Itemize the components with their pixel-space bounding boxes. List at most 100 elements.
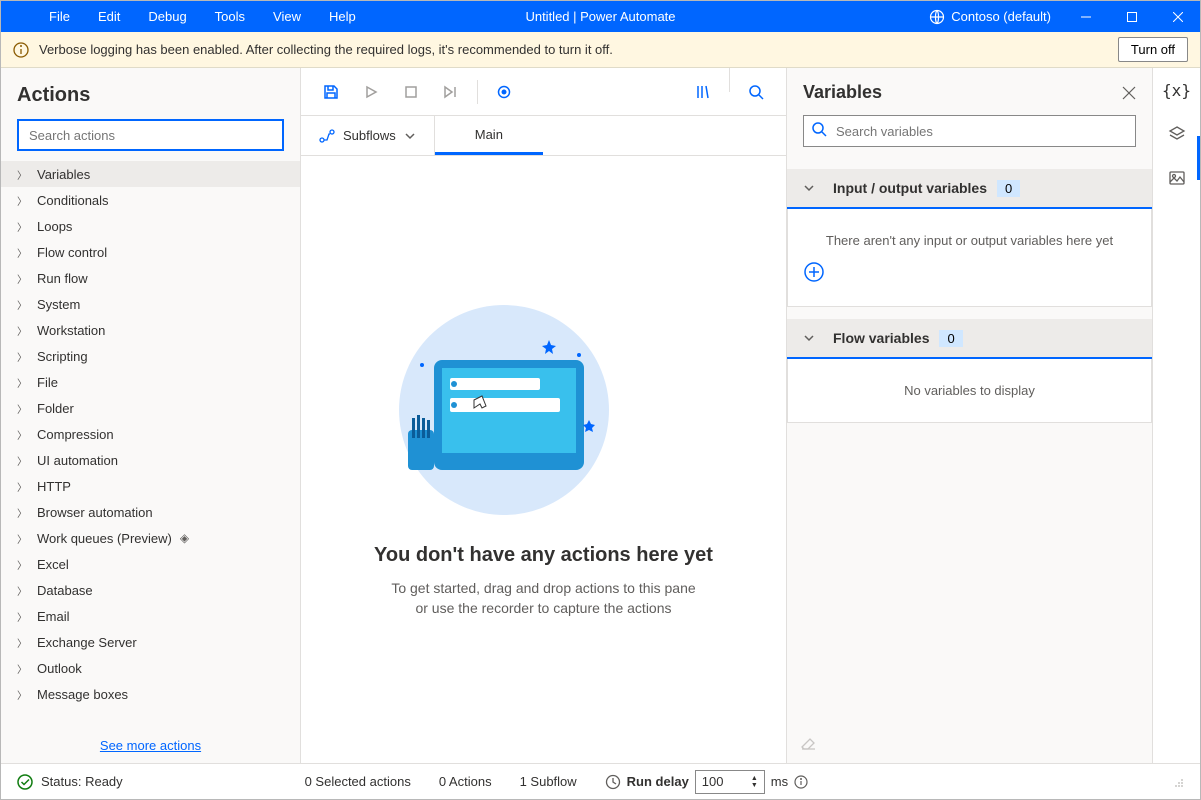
rail-ui-elements-button[interactable]	[1153, 112, 1200, 156]
run-button[interactable]	[351, 68, 391, 116]
action-category[interactable]: 〉Excel	[1, 551, 300, 577]
info-icon[interactable]	[794, 775, 808, 789]
action-category[interactable]: 〉 Email	[1, 603, 300, 629]
action-label: Flow control	[37, 245, 107, 260]
actions-tree[interactable]: 〉Variables〉Conditionals〉Loops〉Flow contr…	[1, 161, 300, 728]
step-button[interactable]	[431, 68, 471, 116]
action-label: Browser automation	[37, 505, 153, 520]
action-category[interactable]: 〉Run flow	[1, 265, 300, 291]
search-icon	[811, 121, 827, 137]
action-label: Compression	[37, 427, 114, 442]
chevron-right-icon: 〉	[17, 609, 27, 624]
preview-icon: ◈	[180, 531, 189, 545]
right-rail: {x}	[1152, 68, 1200, 763]
check-circle-icon	[17, 774, 33, 790]
action-category[interactable]: 〉 System	[1, 291, 300, 317]
chevron-right-icon: 〉	[17, 323, 27, 338]
action-category[interactable]: 〉Message boxes	[1, 681, 300, 707]
menu-file[interactable]: File	[35, 3, 84, 30]
action-category[interactable]: 〉 Scripting	[1, 343, 300, 369]
turn-off-button[interactable]: Turn off	[1118, 37, 1188, 62]
environment-picker[interactable]: Contoso (default)	[917, 3, 1063, 31]
action-category[interactable]: 〉File	[1, 369, 300, 395]
action-category[interactable]: 〉Exchange Server	[1, 629, 300, 655]
rail-images-button[interactable]	[1153, 156, 1200, 200]
action-category[interactable]: 〉Compression	[1, 421, 300, 447]
actions-search-input[interactable]	[17, 119, 284, 151]
action-category[interactable]: 〉Outlook	[1, 655, 300, 681]
maximize-button[interactable]	[1109, 1, 1155, 32]
close-variables-button[interactable]	[1122, 86, 1136, 100]
action-category[interactable]: 〉Workstation	[1, 317, 300, 343]
save-icon	[323, 84, 339, 100]
tab-main[interactable]: Main	[435, 116, 543, 155]
action-category[interactable]: 〉Loops	[1, 213, 300, 239]
chevron-right-icon: 〉	[17, 219, 27, 234]
menu-tools[interactable]: Tools	[201, 3, 259, 30]
record-button[interactable]	[484, 68, 524, 116]
flow-empty-text: No variables to display	[804, 383, 1135, 398]
close-icon	[1122, 86, 1136, 100]
close-button[interactable]	[1155, 1, 1201, 32]
action-category[interactable]: 〉Folder	[1, 395, 300, 421]
chevron-right-icon: 〉	[17, 349, 27, 364]
resize-grip-icon[interactable]	[1172, 776, 1184, 788]
subflows-dropdown[interactable]: Subflows	[301, 116, 435, 155]
action-category[interactable]: 〉Work queues (Preview)◈	[1, 525, 300, 551]
spinner-buttons[interactable]: ▲▼	[751, 775, 758, 789]
chevron-right-icon: 〉	[17, 531, 27, 546]
chevron-right-icon: 〉	[17, 297, 27, 312]
menu-debug[interactable]: Debug	[134, 3, 200, 30]
play-icon	[364, 85, 378, 99]
variables-search[interactable]	[803, 115, 1136, 147]
action-category[interactable]: 〉 HTTP	[1, 473, 300, 499]
action-label: Message boxes	[37, 687, 128, 702]
action-category[interactable]: 〉Flow control	[1, 239, 300, 265]
actions-count: 0 Actions	[439, 774, 492, 789]
action-category[interactable]: 〉Browser automation	[1, 499, 300, 525]
chevron-right-icon: 〉	[17, 479, 27, 494]
io-count-badge: 0	[997, 180, 1020, 197]
io-empty-text: There aren't any input or output variabl…	[804, 233, 1135, 248]
minimize-button[interactable]	[1063, 1, 1109, 32]
menu-view[interactable]: View	[259, 3, 315, 30]
stop-button[interactable]	[391, 68, 431, 116]
flow-variables-header[interactable]: Flow variables 0	[787, 319, 1152, 359]
library-icon	[695, 84, 711, 100]
search-button[interactable]	[736, 68, 776, 116]
globe-icon	[929, 9, 945, 25]
library-button[interactable]	[683, 68, 723, 116]
actions-title: Actions	[1, 68, 300, 119]
plus-circle-icon	[804, 262, 824, 282]
action-label: System	[37, 297, 80, 312]
chevron-right-icon: 〉	[17, 271, 27, 286]
chevron-down-icon	[803, 332, 815, 344]
actions-search[interactable]	[17, 119, 284, 151]
action-label: Email	[37, 609, 70, 624]
action-label: Scripting	[37, 349, 88, 364]
variables-search-input[interactable]	[803, 115, 1136, 147]
rail-variables-button[interactable]: {x}	[1153, 68, 1200, 112]
action-category[interactable]: 〉Variables	[1, 161, 300, 187]
io-variables-header[interactable]: Input / output variables 0	[787, 169, 1152, 209]
minimize-icon	[1081, 12, 1091, 22]
action-category[interactable]: 〉UI automation	[1, 447, 300, 473]
chevron-right-icon: 〉	[17, 401, 27, 416]
variables-footer-icon	[787, 721, 1152, 763]
menu-edit[interactable]: Edit	[84, 3, 134, 30]
save-button[interactable]	[311, 68, 351, 116]
run-delay-input[interactable]: 100 ▲▼	[695, 770, 765, 794]
chevron-right-icon: 〉	[17, 661, 27, 676]
action-category[interactable]: 〉Database	[1, 577, 300, 603]
menu-help[interactable]: Help	[315, 3, 370, 30]
action-label: HTTP	[37, 479, 71, 494]
layers-icon	[1168, 125, 1186, 143]
add-io-variable-button[interactable]	[804, 262, 1135, 282]
action-category[interactable]: 〉Conditionals	[1, 187, 300, 213]
flow-canvas[interactable]: You don't have any actions here yet To g…	[301, 156, 786, 763]
status-text: Status: Ready	[41, 774, 123, 789]
see-more-actions[interactable]: See more actions	[1, 728, 300, 763]
chevron-right-icon: 〉	[17, 167, 27, 182]
variables-panel: Variables Input / output variables 0 The…	[786, 68, 1152, 763]
clock-icon	[605, 774, 621, 790]
